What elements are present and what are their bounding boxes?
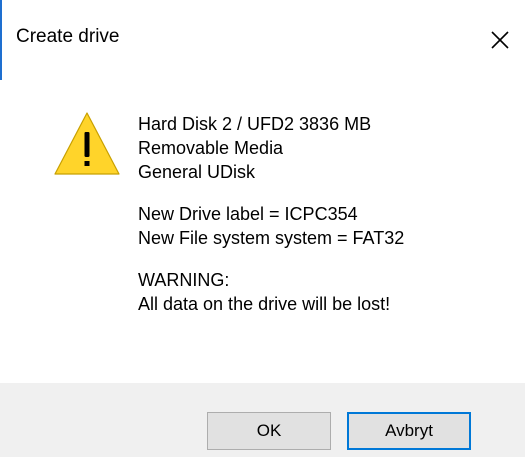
new-drive-label: New Drive label = ICPC354 (138, 204, 358, 224)
close-icon (491, 31, 509, 49)
device-name: General UDisk (138, 162, 256, 182)
new-file-system: New File system system = FAT32 (138, 228, 405, 248)
warning-text: All data on the drive will be lost! (138, 294, 391, 314)
drive-name: Hard Disk 2 / UFD2 3836 MB (138, 114, 372, 134)
warning-icon (54, 112, 120, 175)
media-type: Removable Media (138, 138, 284, 158)
ok-button[interactable]: OK (207, 412, 331, 450)
dialog-title: Create drive (16, 26, 120, 47)
cancel-button[interactable]: Avbryt (347, 412, 471, 450)
create-drive-dialog: Create drive Hard Disk 2 / UFD2 3836 MB … (0, 0, 525, 457)
message-text: Hard Disk 2 / UFD2 3836 MB Removable Med… (138, 112, 404, 316)
close-button[interactable] (482, 22, 518, 58)
warning-title: WARNING: (138, 270, 230, 290)
dialog-content: Hard Disk 2 / UFD2 3836 MB Removable Med… (0, 80, 525, 383)
button-bar: OK Avbryt (0, 383, 525, 457)
title-bar[interactable]: Create drive (0, 0, 525, 80)
